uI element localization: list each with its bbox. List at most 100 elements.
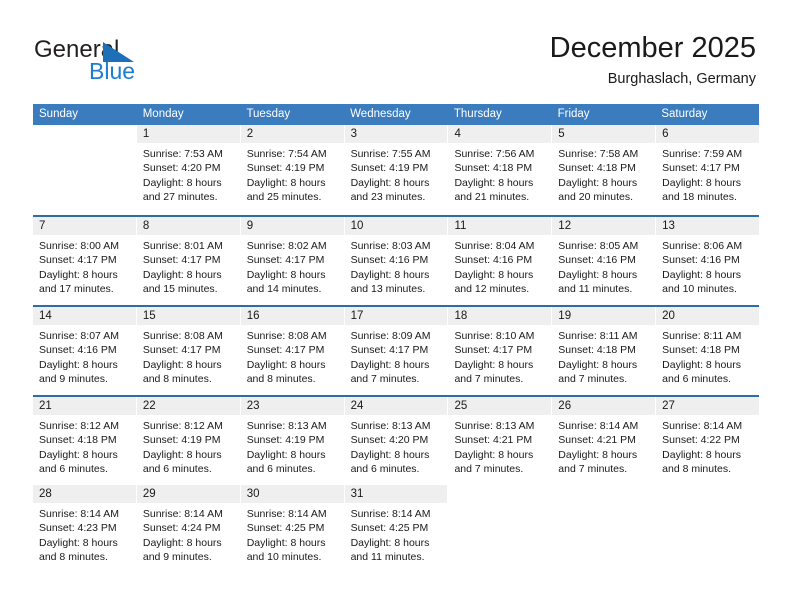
calendar-day-cell[interactable]: 3 Sunrise: 7:55 AM Sunset: 4:19 PM Daylight…	[344, 125, 449, 215]
calendar-day-cell[interactable]: 2 Sunrise: 7:54 AM Sunset: 4:19 PM Daylight…	[240, 125, 345, 215]
daylight-text-line2: and 6 minutes.	[246, 462, 316, 475]
calendar-day-cell[interactable]: 16 Sunrise: 8:08 AM Sunset: 4:17 PM Dayligh…	[240, 307, 345, 395]
sunset-text: Sunset: 4:23 PM	[39, 522, 117, 535]
calendar-week-row: 7 Sunrise: 8:00 AM Sunset: 4:17 PM Daylight…	[33, 215, 760, 305]
daylight-text-line2: and 6 minutes.	[662, 372, 732, 385]
sunrise-text: Sunrise: 8:11 AM	[662, 330, 742, 342]
daylight-text-line1: Daylight: 8 hours	[39, 358, 118, 371]
calendar-day-cell[interactable]: 29 Sunrise: 8:14 AM Sunset: 4:24 PM Dayligh…	[136, 485, 241, 575]
day-details: Sunrise: 8:04 AM Sunset: 4:16 PM Daylight:…	[448, 235, 551, 296]
day-number-band: 28	[33, 485, 136, 503]
sunrise-text: Sunrise: 8:12 AM	[39, 420, 119, 432]
calendar-day-cell-empty	[656, 485, 759, 575]
calendar-day-cell[interactable]: 23 Sunrise: 8:13 AM Sunset: 4:19 PM Dayligh…	[240, 397, 345, 485]
calendar-day-cell[interactable]: 27 Sunrise: 8:14 AM Sunset: 4:22 PM Dayligh…	[656, 397, 760, 485]
calendar-day-cell[interactable]: 8 Sunrise: 8:01 AM Sunset: 4:17 PM Daylight…	[136, 217, 241, 305]
calendar-day-cell[interactable]: 31 Sunrise: 8:14 AM Sunset: 4:25 PM Dayligh…	[344, 485, 449, 575]
daylight-text-line2: and 7 minutes.	[454, 372, 524, 385]
calendar-day-cell[interactable]: 20 Sunrise: 8:11 AM Sunset: 4:18 PM Dayligh…	[656, 307, 760, 395]
calendar-day-cell[interactable]: 12 Sunrise: 8:05 AM Sunset: 4:16 PM Dayligh…	[552, 217, 657, 305]
brand-name-secondary: Blue	[89, 58, 136, 84]
sunrise-text: Sunrise: 8:13 AM	[246, 420, 327, 432]
daylight-text-line2: and 7 minutes.	[558, 372, 628, 385]
day-number: 18	[454, 310, 468, 322]
sunrise-text: Sunrise: 8:14 AM	[662, 420, 743, 432]
calendar-day-cell[interactable]: 24 Sunrise: 8:13 AM Sunset: 4:20 PM Dayligh…	[344, 397, 449, 485]
calendar-day-cell[interactable]: 19 Sunrise: 8:11 AM Sunset: 4:18 PM Dayligh…	[552, 307, 657, 395]
calendar-day-cell[interactable]: 11 Sunrise: 8:04 AM Sunset: 4:16 PM Dayligh…	[448, 217, 553, 305]
daylight-text-line1: Daylight: 8 hours	[350, 268, 430, 281]
daylight-text-line2: and 25 minutes.	[246, 190, 322, 203]
day-details: Sunrise: 8:14 AM Sunset: 4:22 PM Daylight:…	[656, 415, 759, 476]
daylight-text-line1: Daylight: 8 hours	[39, 268, 118, 281]
day-details: Sunrise: 8:12 AM Sunset: 4:19 PM Daylight:…	[137, 415, 240, 476]
calendar-day-cell[interactable]: 9 Sunrise: 8:02 AM Sunset: 4:17 PM Daylight…	[240, 217, 345, 305]
sunrise-text: Sunrise: 7:58 AM	[558, 148, 639, 160]
calendar-day-cell[interactable]: 22 Sunrise: 8:12 AM Sunset: 4:19 PM Dayligh…	[136, 397, 241, 485]
sunrise-text: Sunrise: 8:14 AM	[39, 508, 119, 520]
daylight-text-line2: and 20 minutes.	[558, 190, 634, 203]
day-details: Sunrise: 8:06 AM Sunset: 4:16 PM Daylight:…	[656, 235, 759, 296]
daylight-text-line1: Daylight: 8 hours	[558, 176, 638, 189]
calendar-day-cell[interactable]: 15 Sunrise: 8:08 AM Sunset: 4:17 PM Dayligh…	[136, 307, 241, 395]
calendar-day-cell[interactable]: 7 Sunrise: 8:00 AM Sunset: 4:17 PM Daylight…	[33, 217, 137, 305]
day-details	[656, 503, 759, 507]
sunrise-text: Sunrise: 8:00 AM	[39, 240, 119, 252]
day-number: 16	[246, 310, 260, 322]
sunset-text: Sunset: 4:18 PM	[558, 344, 636, 357]
day-details: Sunrise: 8:14 AM Sunset: 4:23 PM Daylight:…	[33, 503, 136, 564]
sunrise-text: Sunrise: 8:09 AM	[350, 330, 431, 342]
calendar-day-cell[interactable]: 30 Sunrise: 8:14 AM Sunset: 4:25 PM Dayligh…	[240, 485, 345, 575]
daylight-text-line2: and 6 minutes.	[350, 462, 420, 475]
day-details: Sunrise: 7:56 AM Sunset: 4:18 PM Daylight:…	[448, 143, 551, 204]
day-details: Sunrise: 7:55 AM Sunset: 4:19 PM Daylight:…	[345, 143, 448, 204]
day-number: 31	[350, 488, 364, 500]
day-number-band: 22	[136, 397, 240, 415]
calendar-day-cell[interactable]: 25 Sunrise: 8:13 AM Sunset: 4:21 PM Dayligh…	[448, 397, 553, 485]
sunset-text: Sunset: 4:20 PM	[142, 162, 221, 175]
day-number-band: 5	[552, 125, 656, 143]
day-number: 23	[246, 400, 260, 412]
calendar-day-cell[interactable]: 4 Sunrise: 7:56 AM Sunset: 4:18 PM Daylight…	[448, 125, 553, 215]
day-number: 21	[39, 400, 52, 412]
calendar-day-cell[interactable]: 5 Sunrise: 7:58 AM Sunset: 4:18 PM Daylight…	[552, 125, 657, 215]
daylight-text-line1: Daylight: 8 hours	[246, 536, 326, 549]
daylight-text-line1: Daylight: 8 hours	[558, 358, 638, 371]
weekday-header-tuesday: Tuesday	[246, 108, 291, 120]
daylight-text-line1: Daylight: 8 hours	[39, 536, 118, 549]
sunrise-text: Sunrise: 8:14 AM	[558, 420, 639, 432]
calendar-day-cell[interactable]: 13 Sunrise: 8:06 AM Sunset: 4:16 PM Dayligh…	[656, 217, 760, 305]
day-number: 5	[558, 128, 565, 140]
day-number: 8	[142, 220, 150, 232]
daylight-text-line1: Daylight: 8 hours	[142, 176, 222, 189]
brand-logo[interactable]: General Blue	[34, 36, 254, 92]
day-number: 2	[246, 128, 254, 140]
weekday-header-friday: Friday	[557, 108, 590, 120]
calendar-day-cell[interactable]: 14 Sunrise: 8:07 AM Sunset: 4:16 PM Dayligh…	[33, 307, 137, 395]
day-details: Sunrise: 8:05 AM Sunset: 4:16 PM Daylight:…	[552, 235, 655, 296]
daylight-text-line2: and 7 minutes.	[350, 372, 420, 385]
calendar-day-cell[interactable]: 18 Sunrise: 8:10 AM Sunset: 4:17 PM Dayligh…	[448, 307, 553, 395]
sunset-text: Sunset: 4:16 PM	[662, 254, 740, 267]
daylight-text-line1: Daylight: 8 hours	[662, 176, 741, 189]
calendar-day-cell[interactable]: 17 Sunrise: 8:09 AM Sunset: 4:17 PM Dayligh…	[344, 307, 449, 395]
calendar-day-cell[interactable]: 21 Sunrise: 8:12 AM Sunset: 4:18 PM Dayligh…	[33, 397, 137, 485]
day-number: 6	[662, 128, 669, 140]
day-number-band: 25	[448, 397, 552, 415]
sunrise-text: Sunrise: 8:12 AM	[142, 420, 223, 432]
sunset-text: Sunset: 4:18 PM	[558, 162, 636, 175]
calendar-day-cell[interactable]: 6 Sunrise: 7:59 AM Sunset: 4:17 PM Daylight…	[656, 125, 760, 215]
day-number-band: 21	[33, 397, 136, 415]
daylight-text-line2: and 9 minutes.	[142, 550, 212, 563]
calendar-weeks: 1 Sunrise: 7:53 AM Sunset: 4:20 PM Daylight…	[33, 125, 760, 575]
day-details: Sunrise: 8:08 AM Sunset: 4:17 PM Daylight:…	[137, 325, 240, 386]
calendar-day-cell[interactable]: 26 Sunrise: 8:14 AM Sunset: 4:21 PM Dayligh…	[552, 397, 657, 485]
day-number-band: 16	[240, 307, 344, 325]
day-details: Sunrise: 8:02 AM Sunset: 4:17 PM Daylight:…	[241, 235, 344, 296]
daylight-text-line2: and 8 minutes.	[246, 372, 316, 385]
calendar-day-cell[interactable]: 28 Sunrise: 8:14 AM Sunset: 4:23 PM Dayligh…	[33, 485, 137, 575]
calendar-day-cell[interactable]: 1 Sunrise: 7:53 AM Sunset: 4:20 PM Daylight…	[136, 125, 241, 215]
weekday-header-wednesday: Wednesday	[350, 108, 411, 120]
calendar-day-cell[interactable]: 10 Sunrise: 8:03 AM Sunset: 4:16 PM Dayligh…	[344, 217, 449, 305]
day-details	[552, 503, 655, 507]
